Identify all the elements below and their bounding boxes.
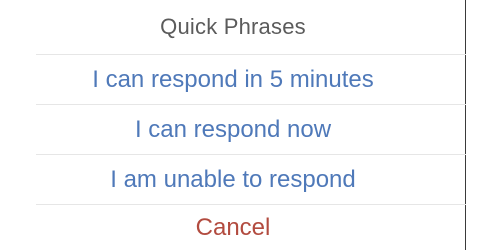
- sheet-title: Quick Phrases: [160, 14, 306, 39]
- cancel-button[interactable]: Cancel: [0, 205, 466, 250]
- option-unable-to-respond[interactable]: I am unable to respond: [0, 155, 466, 205]
- option-respond-now[interactable]: I can respond now: [0, 105, 466, 155]
- option-respond-in-5-minutes[interactable]: I can respond in 5 minutes: [0, 55, 466, 105]
- quick-phrases-action-sheet: Quick Phrases I can respond in 5 minutes…: [0, 0, 466, 250]
